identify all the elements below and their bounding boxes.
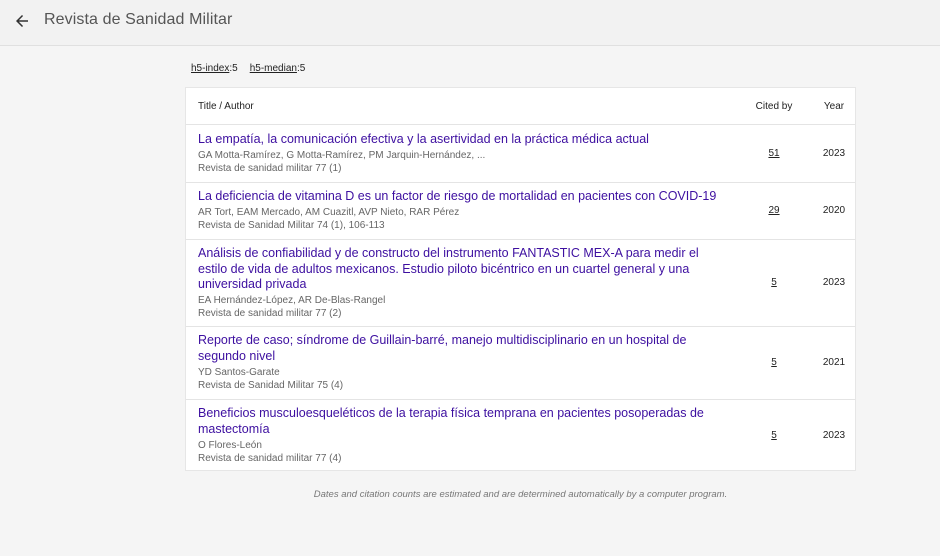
- h5-median-value: :5: [296, 63, 306, 74]
- h5-median-link[interactable]: h5-median: [250, 63, 297, 74]
- article-authors: AR Tort, EAM Mercado, AM Cuazitl, AVP Ni…: [198, 207, 460, 218]
- cited-by-link[interactable]: 5: [748, 430, 800, 441]
- article-authors: YD Santos-Garate: [198, 367, 280, 378]
- article-title-link[interactable]: Beneficios musculoesqueléticos de la ter…: [198, 406, 718, 437]
- table-header: Title / Author Cited by Year: [186, 88, 855, 125]
- page-title: Revista de Sanidad Militar: [44, 11, 233, 28]
- article-title-link[interactable]: La deficiencia de vitamina D es un facto…: [198, 189, 738, 205]
- table-row: Reporte de caso; síndrome de Guillain-ba…: [186, 327, 855, 400]
- article-year: 2023: [822, 148, 846, 159]
- column-header-year[interactable]: Year: [814, 101, 854, 112]
- article-source: Revista de sanidad militar 77 (4): [198, 453, 342, 464]
- cited-by-link[interactable]: 5: [748, 357, 800, 368]
- cited-by-link[interactable]: 29: [748, 205, 800, 216]
- column-header-title: Title / Author: [198, 101, 254, 112]
- article-year: 2020: [822, 205, 846, 216]
- article-authors: GA Motta-Ramírez, G Motta-Ramírez, PM Ja…: [198, 150, 486, 161]
- h5-index-link[interactable]: h5-index: [191, 63, 229, 74]
- article-year: 2021: [822, 357, 846, 368]
- article-source: Revista de sanidad militar 77 (2): [198, 308, 342, 319]
- article-title-link[interactable]: Reporte de caso; síndrome de Guillain-ba…: [198, 333, 703, 364]
- article-source: Revista de Sanidad Militar 75 (4): [198, 380, 344, 391]
- article-year: 2023: [822, 277, 846, 288]
- article-year: 2023: [822, 430, 846, 441]
- cited-by-link[interactable]: 51: [748, 148, 800, 159]
- metrics-bar: h5-index:5 h5-median:5: [191, 63, 305, 74]
- article-source: Revista de Sanidad Militar 74 (1), 106-1…: [198, 220, 385, 231]
- publications-table: Title / Author Cited by Year La empatía,…: [185, 87, 856, 471]
- table-row: Beneficios musculoesqueléticos de la ter…: [186, 400, 855, 472]
- article-authors: EA Hernández-López, AR De-Blas-Rangel: [198, 295, 386, 306]
- top-bar: Revista de Sanidad Militar: [0, 0, 940, 46]
- article-authors: O Flores-León: [198, 440, 262, 451]
- column-header-cited-by[interactable]: Cited by: [748, 101, 800, 112]
- footnote-disclaimer: Dates and citation counts are estimated …: [313, 489, 728, 500]
- h5-median-metric: h5-median:5: [250, 63, 306, 74]
- article-title-link[interactable]: La empatía, la comunicación efectiva y l…: [198, 132, 728, 148]
- cited-by-link[interactable]: 5: [748, 277, 800, 288]
- h5-index-value: :5: [229, 63, 238, 74]
- article-title-link[interactable]: Análisis de confiabilidad y de construct…: [198, 246, 703, 293]
- table-row: La empatía, la comunicación efectiva y l…: [186, 126, 855, 183]
- arrow-left-icon: [16, 15, 28, 27]
- table-row: Análisis de confiabilidad y de construct…: [186, 240, 855, 327]
- back-button[interactable]: [9, 9, 35, 33]
- article-source: Revista de sanidad militar 77 (1): [198, 163, 342, 174]
- table-row: La deficiencia de vitamina D es un facto…: [186, 183, 855, 240]
- h5-index-metric: h5-index:5: [191, 63, 238, 74]
